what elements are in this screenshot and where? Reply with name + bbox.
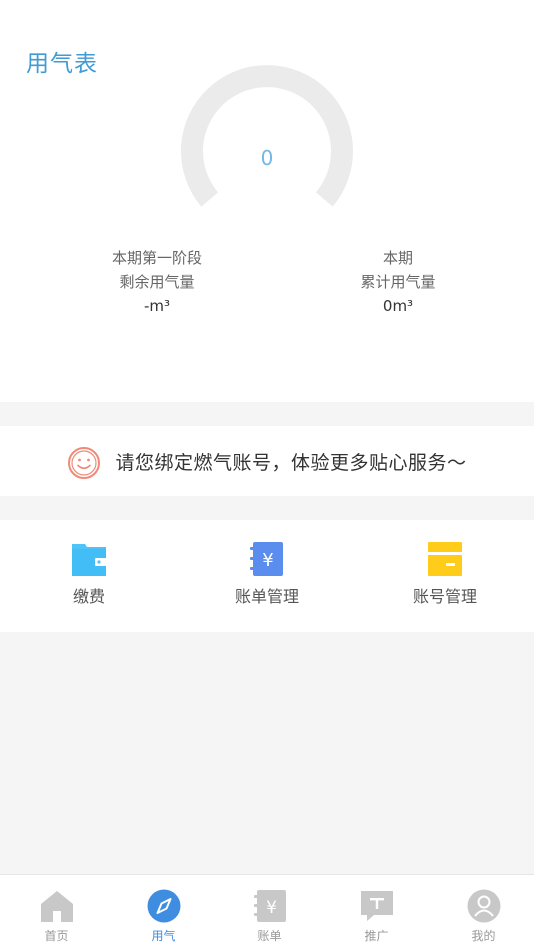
svg-text:¥: ¥ (262, 550, 273, 571)
gauge-value: 0 (260, 146, 274, 170)
cumulative-usage-value: 0m³ (382, 297, 414, 315)
pay-button[interactable]: 缴费 (0, 520, 178, 632)
tab-promote-label: 推广 (364, 929, 389, 943)
tab-gas-usage[interactable]: 用气 (110, 875, 217, 950)
cumulative-usage-label-1: 本期 (382, 249, 413, 267)
tab-bill[interactable]: ¥ 账单 (216, 875, 323, 950)
promote-chat-icon (360, 891, 393, 921)
remaining-usage-label-1: 本期第一阶段 (111, 249, 202, 267)
pay-label: 缴费 (72, 587, 105, 606)
bill-management-label: 账单管理 (234, 587, 299, 606)
remaining-usage-stat: 本期第一阶段 剩余用气量 -m³ (57, 246, 257, 318)
gauge-track (181, 65, 353, 207)
bind-account-prompt[interactable]: 请您绑定燃气账号，体验更多贴心服务～ (0, 426, 534, 496)
cumulative-usage-label-2: 累计用气量 (360, 273, 436, 291)
account-management-label: 账号管理 (412, 587, 477, 606)
smile-icon (68, 447, 101, 479)
home-icon (40, 891, 73, 922)
tab-profile-label: 我的 (471, 929, 496, 943)
tab-home[interactable]: 首页 (3, 875, 110, 950)
tab-profile[interactable]: 我的 (430, 875, 534, 950)
remaining-usage-value: -m³ (143, 297, 171, 315)
bind-account-text: 请您绑定燃气账号，体验更多贴心服务～ (115, 451, 467, 474)
svg-text:¥: ¥ (266, 898, 277, 918)
gas-gauge (181, 65, 353, 207)
meter-panel: 用气表 0 本期第一阶段 剩余用气量 -m³ 本期 累计用气量 0m³ (0, 0, 534, 402)
wallet-icon (72, 544, 106, 576)
bill-management-button[interactable]: ¥ 账单管理 (178, 520, 356, 632)
cumulative-usage-stat: 本期 累计用气量 0m³ (298, 246, 498, 318)
quick-actions: 缴费 ¥ 账单管理 账号管理 (0, 520, 534, 632)
tab-gas-usage-label: 用气 (151, 929, 176, 943)
bill-icon: ¥ (250, 542, 283, 576)
bottom-tab-bar: 首页 用气 ¥ 账单 推广 我的 (0, 874, 534, 950)
bill-icon: ¥ (253, 890, 286, 922)
compass-icon (147, 889, 180, 923)
account-card-icon (428, 542, 462, 576)
account-management-button[interactable]: 账号管理 (356, 520, 534, 632)
profile-icon (467, 889, 500, 923)
tab-bill-label: 账单 (257, 929, 282, 943)
remaining-usage-label-2: 剩余用气量 (119, 273, 195, 291)
tab-promote[interactable]: 推广 (323, 875, 430, 950)
tab-home-label: 首页 (44, 929, 69, 943)
